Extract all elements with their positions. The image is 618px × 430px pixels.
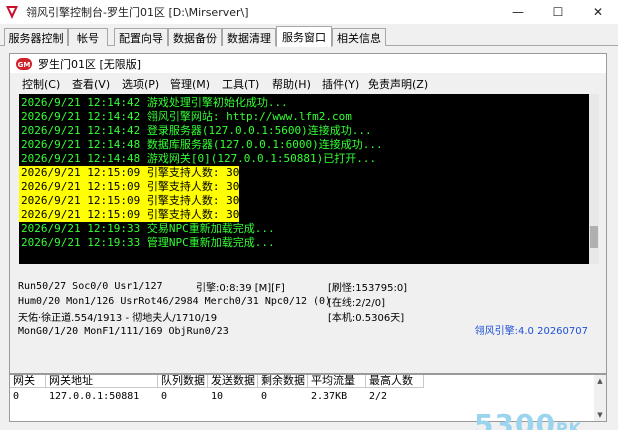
column-header-queue[interactable]: 队列数据 xyxy=(158,375,208,388)
tab-account[interactable]: 帐号 xyxy=(68,28,108,46)
tab-related-info[interactable]: 相关信息 xyxy=(332,28,386,46)
log-line-highlighted: 2026/9/21 12:15:09 引擎支持人数: 30 xyxy=(19,194,240,208)
gm-badge-icon: GM xyxy=(16,57,32,70)
menu-plugins[interactable]: 插件(Y) xyxy=(322,76,359,92)
log-line: 2026/9/21 12:14:42 翎风引擎网站: http://www.lf… xyxy=(21,110,352,123)
app-logo-icon xyxy=(4,4,20,20)
scroll-up-icon[interactable]: ▲ xyxy=(594,375,606,387)
table-cell-sent[interactable]: 10 xyxy=(208,390,223,403)
window-title: 翎风引擎控制台-罗生门01区 [D:\Mirserver\] xyxy=(26,6,249,19)
watermark-main: 5300 xyxy=(474,408,556,430)
column-header-gateway[interactable]: 网关 xyxy=(10,375,46,388)
menu-tools[interactable]: 工具(T) xyxy=(222,76,259,92)
log-console[interactable]: 2026/9/21 12:14:42 游戏处理引擎初始化成功... 2026/9… xyxy=(19,94,599,264)
gm-badge-text: GM xyxy=(18,61,31,69)
stat-monster-refresh: [刷怪:153795:0] xyxy=(328,283,408,294)
menu-help[interactable]: 帮助(H) xyxy=(272,76,311,92)
close-button[interactable]: ✕ xyxy=(578,0,618,24)
maximize-button[interactable]: ☐ xyxy=(538,0,578,24)
stat-local-days: [本机:0.5306天] xyxy=(328,313,405,324)
log-line-highlighted: 2026/9/21 12:15:09 引擎支持人数: 30 xyxy=(19,180,240,194)
tab-service-window[interactable]: 服务窗口 xyxy=(276,26,332,47)
log-line: 2026/9/21 12:14:42 登录服务器(127.0.0.1:5600)… xyxy=(21,124,372,137)
log-line-highlighted: 2026/9/21 12:15:09 引擎支持人数: 30 xyxy=(19,166,240,180)
log-line-highlighted: 2026/9/21 12:15:09 引擎支持人数: 30 xyxy=(19,208,240,222)
server-window: GM 罗生门01区 [无限版] 控制(C) 查看(V) 选项(P) 管理(M) … xyxy=(9,53,607,374)
minimize-button[interactable]: — xyxy=(498,0,538,24)
table-cell-queue[interactable]: 0 xyxy=(158,390,167,403)
menu-manage[interactable]: 管理(M) xyxy=(170,76,210,92)
stat-mong-monf: MonG0/1/20 MonF1/111/169 ObjRun0/23 xyxy=(18,326,229,337)
tab-server-control[interactable]: 服务器控制 xyxy=(4,28,68,46)
table-cell-gateway[interactable]: 0 xyxy=(10,390,19,403)
log-line: 2026/9/21 12:14:48 游戏网关[0](127.0.0.1:508… xyxy=(21,152,377,165)
stat-online: [在线:2/2/0] xyxy=(328,298,385,309)
table-cell-avg-traffic[interactable]: 2.37KB xyxy=(308,390,347,403)
title-bar: 翎风引擎控制台-罗生门01区 [D:\Mirserver\] — ☐ ✕ xyxy=(0,0,618,24)
console-scrollbar-thumb[interactable] xyxy=(590,226,598,248)
service-window-panel: GM 罗生门01区 [无限版] 控制(C) 查看(V) 选项(P) 管理(M) … xyxy=(0,46,618,430)
log-line: 2026/9/21 12:14:48 数据库服务器(127.0.0.1:6000… xyxy=(21,138,383,151)
tab-data-backup[interactable]: 数据备份 xyxy=(168,28,222,46)
column-header-max-users[interactable]: 最高人数 xyxy=(366,375,424,388)
main-tabs: 服务器控制 帐号 配置向导 数据备份 数据清理 服务窗口 相关信息 xyxy=(0,26,618,47)
table-cell-address[interactable]: 127.0.0.1:50881 xyxy=(46,390,139,403)
server-window-title: 罗生门01区 [无限版] xyxy=(38,57,142,71)
watermark-suffix: PK xyxy=(555,419,583,430)
column-header-address[interactable]: 网关地址 xyxy=(46,375,158,388)
tab-config-wizard[interactable]: 配置向导 xyxy=(114,28,168,46)
server-window-title-bar: GM 罗生门01区 [无限版] xyxy=(10,54,606,73)
window-controls: — ☐ ✕ xyxy=(498,0,618,24)
menu-bar: 控制(C) 查看(V) 选项(P) 管理(M) 工具(T) 帮助(H) 插件(Y… xyxy=(10,74,606,92)
stat-run-soc-usr: Run50/27 Soc0/0 Usr1/127 xyxy=(18,281,163,292)
column-header-avg-traffic[interactable]: 平均流量 xyxy=(308,375,366,388)
column-header-sent[interactable]: 发送数据 xyxy=(208,375,258,388)
log-line: 2026/9/21 12:14:42 游戏处理引擎初始化成功... xyxy=(21,96,288,109)
menu-control[interactable]: 控制(C) xyxy=(22,76,60,92)
watermark-logo: 5300PK xyxy=(474,408,582,430)
menu-view[interactable]: 查看(V) xyxy=(72,76,110,92)
log-line: 2026/9/21 12:19:33 管理NPC重新加载完成... xyxy=(21,236,275,249)
scroll-down-icon[interactable]: ▼ xyxy=(594,409,606,421)
console-scrollbar[interactable] xyxy=(589,94,599,264)
tab-data-cleanup[interactable]: 数据清理 xyxy=(222,28,276,46)
stat-map-info: 天佑·徐正道.554/1913 - 彻地夫人/1710/19 xyxy=(18,313,218,324)
log-line: 2026/9/21 12:19:33 交易NPC重新加载完成... xyxy=(21,222,275,235)
stat-engine-uptime: 引擎:0:8:39 [M][F] xyxy=(196,283,285,294)
menu-disclaimer[interactable]: 免责声明(Z) xyxy=(368,76,428,92)
engine-version: 翎风引擎:4.0 20260707 xyxy=(474,326,588,337)
menu-options[interactable]: 选项(P) xyxy=(122,76,159,92)
stat-hum-mon: Hum0/20 Mon1/126 UsrRot46/2984 Merch0/31… xyxy=(18,296,332,307)
column-header-remaining[interactable]: 剩余数据 xyxy=(258,375,308,388)
table-scrollbar[interactable]: ▲ ▼ xyxy=(594,375,606,421)
table-cell-remaining[interactable]: 0 xyxy=(258,390,267,403)
table-cell-max-users[interactable]: 2/2 xyxy=(366,390,387,403)
